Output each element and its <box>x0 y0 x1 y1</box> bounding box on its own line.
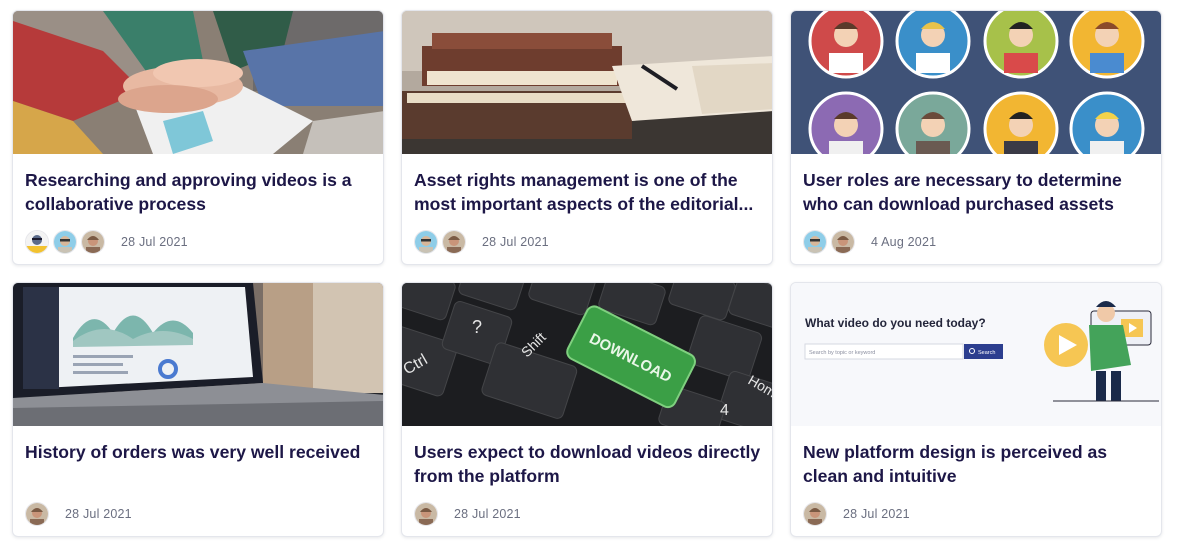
article-date: 28 Jul 2021 <box>454 507 521 521</box>
article-thumbnail-laptop[interactable] <box>13 283 383 426</box>
author-avatars <box>803 230 859 254</box>
article-meta: 28 Jul 2021 <box>25 230 188 254</box>
article-date: 28 Jul 2021 <box>843 507 910 521</box>
article-title[interactable]: Researching and approving videos is a co… <box>25 168 373 216</box>
preview-search-placeholder: Search by topic or keyword <box>809 350 875 356</box>
avatar[interactable] <box>414 502 438 526</box>
article-meta: 28 Jul 2021 <box>25 502 132 526</box>
article-title[interactable]: New platform design is perceived as clea… <box>803 440 1151 488</box>
article-title[interactable]: History of orders was very well received <box>25 440 373 464</box>
avatar[interactable] <box>803 502 827 526</box>
article-thumbnail-user-roles[interactable] <box>791 11 1161 154</box>
avatar[interactable] <box>831 230 855 254</box>
article-meta: 28 Jul 2021 <box>414 230 549 254</box>
avatar[interactable] <box>25 230 49 254</box>
article-meta: 28 Jul 2021 <box>414 502 521 526</box>
article-title[interactable]: Asset rights management is one of the mo… <box>414 168 762 216</box>
article-title[interactable]: Users expect to download videos directly… <box>414 440 762 488</box>
author-avatars <box>414 502 442 526</box>
avatar[interactable] <box>442 230 466 254</box>
number-key-label: 4 <box>720 402 729 419</box>
article-thumbnail-team-hands[interactable] <box>13 11 383 154</box>
article-card[interactable]: DOWNLOAD Shift Ctrl Hom 4 ? Users expect… <box>401 282 773 537</box>
article-thumbnail-platform-design[interactable]: What video do you need today? Search by … <box>791 283 1161 426</box>
author-avatars <box>414 230 470 254</box>
article-date: 4 Aug 2021 <box>871 235 937 249</box>
article-card[interactable]: Asset rights management is one of the mo… <box>401 10 773 265</box>
avatar[interactable] <box>25 502 49 526</box>
question-key-label: ? <box>472 317 482 337</box>
author-avatars <box>803 502 831 526</box>
avatar[interactable] <box>803 230 827 254</box>
article-meta: 4 Aug 2021 <box>803 230 936 254</box>
article-card[interactable]: Researching and approving videos is a co… <box>12 10 384 265</box>
article-card[interactable]: User roles are necessary to determine wh… <box>790 10 1162 265</box>
avatar[interactable] <box>81 230 105 254</box>
article-card[interactable]: History of orders was very well received… <box>12 282 384 537</box>
author-avatars <box>25 502 53 526</box>
article-date: 28 Jul 2021 <box>482 235 549 249</box>
preview-search-button: Search <box>978 350 995 356</box>
article-date: 28 Jul 2021 <box>121 235 188 249</box>
laptop-dashboard-image <box>13 283 383 426</box>
article-card[interactable]: What video do you need today? Search by … <box>790 282 1162 537</box>
author-avatars <box>25 230 109 254</box>
books-image <box>402 11 772 154</box>
article-meta: 28 Jul 2021 <box>803 502 910 526</box>
keyboard-download-image: DOWNLOAD Shift Ctrl Hom 4 ? <box>402 283 772 426</box>
article-thumbnail-keyboard[interactable]: DOWNLOAD Shift Ctrl Hom 4 ? <box>402 283 772 426</box>
avatar[interactable] <box>414 230 438 254</box>
articles-grid: Researching and approving videos is a co… <box>0 0 1177 549</box>
user-avatars-illustration <box>791 11 1161 154</box>
platform-search-illustration: What video do you need today? Search by … <box>791 283 1161 426</box>
article-title[interactable]: User roles are necessary to determine wh… <box>803 168 1151 216</box>
team-hands-image <box>13 11 383 154</box>
avatar[interactable] <box>53 230 77 254</box>
article-thumbnail-books[interactable] <box>402 11 772 154</box>
article-date: 28 Jul 2021 <box>65 507 132 521</box>
preview-heading: What video do you need today? <box>805 316 986 330</box>
